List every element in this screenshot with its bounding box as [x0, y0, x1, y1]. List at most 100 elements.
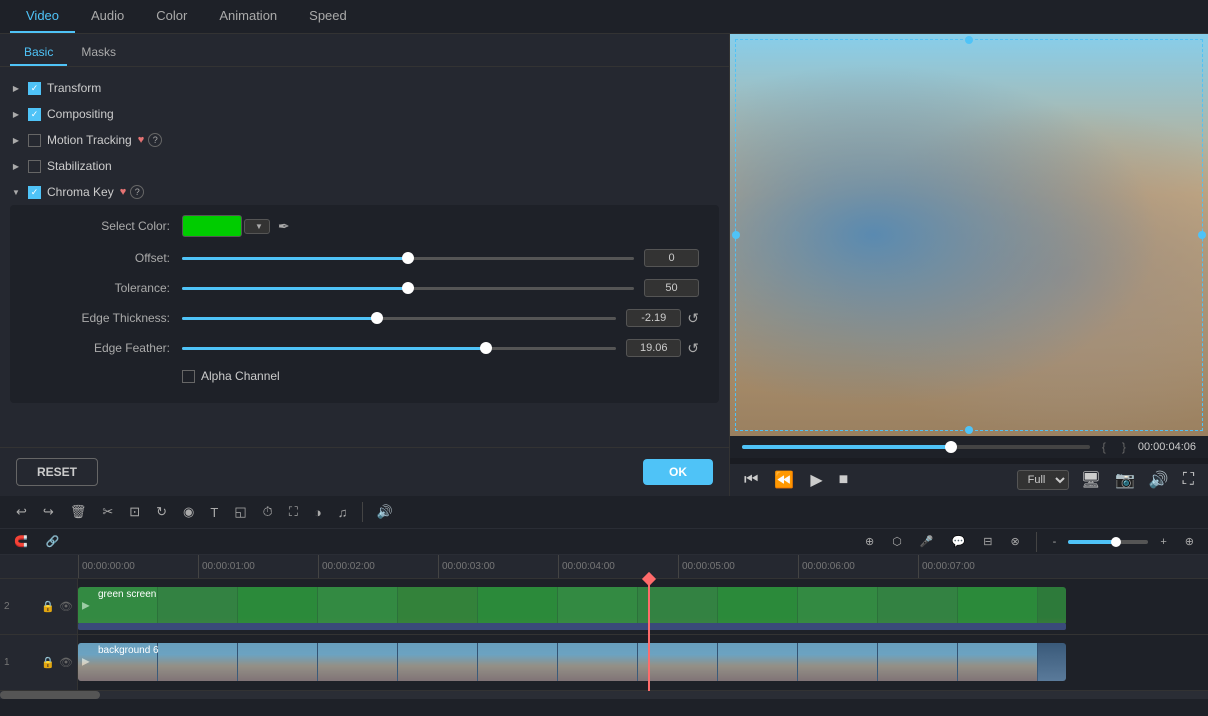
undo-btn[interactable]: ↩ [10, 500, 33, 524]
track-2-lock-icon[interactable]: 🔒 [41, 600, 55, 613]
tolerance-value-input[interactable] [644, 279, 699, 297]
rotate-btn[interactable]: ↻ [150, 500, 173, 524]
delete-btn[interactable]: 🗑 [64, 500, 93, 524]
prev-frame-btn[interactable]: ⏪ [772, 468, 796, 492]
track-1-eye-icon[interactable]: 👁 [59, 656, 73, 669]
section-transform[interactable]: Transform [0, 75, 729, 101]
info-motion-icon[interactable]: ? [148, 133, 162, 147]
mask-tool-btn[interactable]: ⬡ [886, 531, 908, 552]
checkbox-transform[interactable] [28, 82, 41, 95]
eyedropper-icon[interactable]: ✒ [278, 218, 290, 235]
checkbox-chroma-key[interactable] [28, 186, 41, 199]
zoom-in-btn[interactable]: + [1154, 532, 1172, 552]
add-track-btn[interactable]: ⊕ [1179, 531, 1200, 552]
green-screen-clip[interactable]: ▶ green screen [78, 587, 1066, 625]
tab-color[interactable]: Color [140, 0, 203, 33]
edge-feather-slider-container: ↺ [182, 339, 699, 357]
snapshot-btn[interactable]: 📷 [1113, 468, 1137, 492]
track-2-info: 2 🔒 👁 [0, 579, 78, 634]
monitor-btn[interactable]: 🖥 [1079, 468, 1103, 492]
alpha-channel-checkbox[interactable] [182, 370, 195, 383]
edge-thickness-label: Edge Thickness: [30, 311, 170, 325]
magnet-btn[interactable]: 🧲 [8, 531, 34, 552]
tab-audio[interactable]: Audio [75, 0, 140, 33]
link-btn[interactable]: 🔗 [40, 531, 66, 552]
edge-feather-value-input[interactable] [626, 339, 681, 357]
offset-value-input[interactable]: 0 [644, 249, 699, 267]
ruler-mark-0: 00:00:00:00 [78, 555, 198, 579]
subtitle-btn[interactable]: ⊟ [977, 531, 998, 552]
fit-btn[interactable]: ⛶ [283, 500, 304, 524]
voice-btn[interactable]: 💬 [946, 531, 972, 552]
offset-slider-track[interactable] [182, 257, 634, 260]
main-area: Basic Masks Transform Compositing Motion [0, 34, 1208, 496]
track-2-num: 2 [4, 601, 10, 612]
stop-btn[interactable]: ■ [837, 469, 851, 491]
edge-feather-reset-icon[interactable]: ↺ [687, 340, 699, 357]
tolerance-row: Tolerance: [30, 279, 699, 297]
section-compositing[interactable]: Compositing [0, 101, 729, 127]
progress-track[interactable] [742, 445, 1090, 449]
info-chroma-icon[interactable]: ? [130, 185, 144, 199]
preview-area [730, 34, 1208, 436]
tolerance-slider-track[interactable] [182, 287, 634, 290]
edge-thickness-slider-track[interactable] [182, 317, 616, 320]
tab-video[interactable]: Video [10, 0, 75, 33]
play-btn[interactable]: ▶ [808, 468, 824, 492]
redo-btn[interactable]: ↪ [37, 500, 60, 524]
ok-button[interactable]: OK [643, 459, 713, 485]
vol-btn[interactable]: 🔊 [371, 500, 399, 524]
section-stabilization[interactable]: Stabilization [0, 153, 729, 179]
chevron-motion-icon [10, 134, 22, 146]
crop-btn[interactable]: ⊡ [123, 500, 146, 524]
track-2: 2 🔒 👁 ▶ green screen [0, 579, 1208, 635]
h-scrollbar-thumb[interactable] [0, 691, 100, 699]
track-1-content[interactable]: ▶ background 6 [78, 635, 1208, 690]
checkbox-stabilization[interactable] [28, 160, 41, 173]
color-wheel-btn[interactable]: ◑ [308, 501, 328, 524]
section-chroma-key[interactable]: Chroma Key ♥ ? [0, 179, 729, 205]
right-panel: { } 00:00:04:06 ⏮ ⏪ ▶ ■ Full 1/2 1/4 🖥 📷… [730, 34, 1208, 496]
checkbox-compositing[interactable] [28, 108, 41, 121]
motion-track-btn[interactable]: ⊕ [859, 531, 880, 552]
chroma-key-params: Select Color: ✒ Offset: [10, 205, 719, 403]
checkbox-motion-tracking[interactable] [28, 134, 41, 147]
cut-btn[interactable]: ✂ [96, 500, 119, 524]
tab-animation[interactable]: Animation [203, 0, 293, 33]
background-clip[interactable]: ▶ background 6 [78, 643, 1066, 681]
mask-btn[interactable]: ◱ [228, 500, 252, 524]
time-display: 00:00:04:06 [1138, 441, 1196, 453]
skip-back-btn[interactable]: ⏮ [742, 469, 760, 491]
color-swatch[interactable] [182, 215, 242, 237]
audio-btn[interactable]: 🔊 [1147, 468, 1171, 492]
text-btn[interactable]: T [204, 501, 224, 524]
reset-button[interactable]: RESET [16, 458, 98, 486]
track-2-content[interactable]: ▶ green screen [78, 579, 1208, 634]
zoom-out-btn[interactable]: - [1047, 532, 1063, 552]
remove-bg-btn[interactable]: ⊗ [1004, 531, 1025, 552]
edge-thickness-reset-icon[interactable]: ↺ [687, 310, 699, 327]
quality-select[interactable]: Full 1/2 1/4 [1017, 470, 1069, 490]
freeze-btn[interactable]: ◉ [177, 500, 200, 524]
mic-btn[interactable]: 🎤 [914, 531, 940, 552]
section-motion-tracking[interactable]: Motion Tracking ♥ ? [0, 127, 729, 153]
ruler-mark-5: 00:00:05:00 [678, 555, 798, 579]
tab-speed[interactable]: Speed [293, 0, 363, 33]
track-1: 1 🔒 👁 ▶ background 6 [0, 635, 1208, 691]
fullscreen-btn[interactable]: ⛶ [1181, 469, 1196, 491]
audio-mix-btn[interactable]: ♫ [332, 501, 354, 524]
zoom-slider[interactable] [1068, 540, 1148, 544]
color-dropdown-btn[interactable] [244, 219, 270, 234]
chevron-compositing-icon [10, 108, 22, 120]
subtab-masks[interactable]: Masks [67, 40, 130, 66]
ruler-mark-3: 00:00:03:00 [438, 555, 558, 579]
horizontal-scrollbar[interactable] [0, 691, 1208, 699]
progress-thumb[interactable] [945, 441, 957, 453]
speed-btn[interactable]: ⏱ [257, 500, 279, 524]
track-2-eye-icon[interactable]: 👁 [59, 600, 73, 613]
edge-feather-slider-track[interactable] [182, 347, 616, 350]
edge-feather-row: Edge Feather: ↺ [30, 339, 699, 357]
edge-thickness-value-input[interactable] [626, 309, 681, 327]
subtab-basic[interactable]: Basic [10, 40, 67, 66]
track-1-lock-icon[interactable]: 🔒 [41, 656, 55, 669]
